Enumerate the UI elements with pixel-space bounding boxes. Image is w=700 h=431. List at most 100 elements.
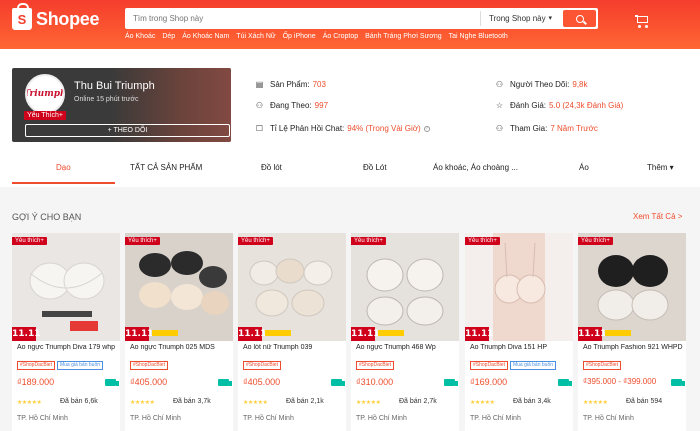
quick-link[interactable]: Túi Xách Nữ xyxy=(236,33,275,40)
product-price: ₫169.000 xyxy=(470,377,508,387)
tab-do-lot-2[interactable]: Đồ Lót xyxy=(363,154,387,184)
product-price: ₫310.000 xyxy=(356,377,394,387)
tab-dao[interactable]: Dạo xyxy=(56,154,71,184)
rating-stars-icon: ★★★★★ xyxy=(17,400,42,406)
tab-all-products[interactable]: TẤT CẢ SẢN PHẨM xyxy=(130,154,202,184)
favorite-tag: Yêu thích+ xyxy=(351,237,386,245)
recommend-title: GỢI Ý CHO BẠN xyxy=(12,212,82,222)
search-bar: Trong Shop này ▾ xyxy=(125,8,598,29)
follow-label: THEO DÕI xyxy=(113,127,148,134)
shop-tag: #ShopDacBiet xyxy=(583,361,621,370)
store-icon: ▤ xyxy=(255,80,264,89)
product-photo xyxy=(578,233,686,341)
product-photo xyxy=(465,233,573,341)
sold-count: Đã bán 2,7k xyxy=(399,398,437,405)
tab-do-lot[interactable]: Đồ lót xyxy=(261,154,282,184)
quick-link[interactable]: Ốp iPhone xyxy=(283,33,316,40)
see-all-link[interactable]: Xem Tất Cả > xyxy=(633,212,682,221)
product-image[interactable]: Yêu thích+ 11.11 xyxy=(465,233,573,341)
logo-text: Shopee xyxy=(36,8,100,29)
product-photo xyxy=(238,233,346,341)
quick-link[interactable]: Áo Croptop xyxy=(323,33,358,40)
product-name: Áo Triumph Diva 151 HP xyxy=(470,344,548,351)
chat-icon: ☐ xyxy=(255,124,264,133)
rating-stars-icon: ★★★★★ xyxy=(583,400,608,406)
quick-link[interactable]: Áo Khoác xyxy=(125,33,155,40)
wholesale-tag: Mua giá bán buôn xyxy=(56,361,104,370)
product-card[interactable]: Yêu thích+ 11.11 Áo Triumph Fashion 921 … xyxy=(578,233,686,431)
tab-ao-khoac[interactable]: Áo khoác, Áo choàng ... xyxy=(433,154,518,184)
shopee-logo[interactable]: S Shopee xyxy=(12,3,100,30)
promo-1111-badge: 11.11 xyxy=(578,327,607,341)
sold-count: Đã bán 3,4k xyxy=(513,398,551,405)
shop-tag: #ShopDacBiet xyxy=(130,361,168,370)
product-image[interactable]: Yêu thích+ 11.11 xyxy=(12,233,120,341)
product-price: ₫395.000 - ₫399.000 xyxy=(583,377,657,386)
cart-icon[interactable] xyxy=(635,14,649,28)
product-card[interactable]: Yêu thích+ 11.11 Áo Triumph Diva 151 HP … xyxy=(465,233,573,431)
product-card[interactable]: Yêu thích+ 11.11 Áo ngực Triumph Diva 17… xyxy=(12,233,120,431)
search-input[interactable] xyxy=(125,8,475,29)
shop-tag: #ShopDacBiet xyxy=(470,361,508,370)
shopee-bag-icon: S xyxy=(12,3,32,30)
product-card[interactable]: Yêu thích+ 11.11 Áo lót nữ Triumph 039 #… xyxy=(238,233,346,431)
product-name: Áo ngực Triumph 468 Wp xyxy=(356,344,436,351)
shop-name: Thu Bui Triumph xyxy=(74,80,155,92)
favorite-tag: Yêu thích+ xyxy=(12,237,47,245)
shop-avatar[interactable]: Triumph xyxy=(25,74,65,114)
shop-tag: #ShopDacBiet xyxy=(17,361,55,370)
stat-rating: ☆ Đánh Giá: 5.0 (24,3k Đánh Giá) xyxy=(495,101,624,110)
sold-count: Đã bán 3,7k xyxy=(173,398,211,405)
free-ship-icon xyxy=(218,379,232,386)
shop-online-status: Online 15 phút trước xyxy=(74,96,139,103)
product-name: Áo Triumph Fashion 921 WHPD xyxy=(583,344,683,351)
help-icon[interactable]: ? xyxy=(423,125,430,132)
product-image[interactable]: Yêu thích+ 11.11 xyxy=(578,233,686,341)
quick-link[interactable]: Tai Nghe Bluetooth xyxy=(449,33,508,40)
favorite-tag: Yêu thích+ xyxy=(578,237,613,245)
active-tab-indicator xyxy=(12,182,115,184)
quick-link[interactable]: Bánh Tráng Phơi Sương xyxy=(365,33,442,40)
free-ship-icon xyxy=(105,379,119,386)
chevron-down-icon: ▾ xyxy=(548,15,552,22)
product-location: TP. Hồ Chí Minh xyxy=(583,415,634,422)
promo-1111-badge: 11.11 xyxy=(12,327,41,341)
promo-1111-badge: 11.11 xyxy=(465,327,494,341)
follow-button[interactable]: + THEO DÕI xyxy=(25,124,230,137)
search-button[interactable] xyxy=(563,10,596,27)
product-name: Áo ngực Triumph 025 MDS xyxy=(130,344,215,351)
quick-links: Áo Khoác Dép Áo Khoác Nam Túi Xách Nữ Ốp… xyxy=(125,33,508,40)
tab-more[interactable]: Thêm ▾ xyxy=(647,154,674,184)
shop-tag: #ShopDacBiet xyxy=(243,361,281,370)
product-location: TP. Hồ Chí Minh xyxy=(130,415,181,422)
product-price: ₫405.000 xyxy=(243,377,281,387)
sold-count: Đã bán 6,6k xyxy=(60,398,98,405)
product-image[interactable]: Yêu thích+ 11.11 xyxy=(351,233,459,341)
rating-stars-icon: ★★★★★ xyxy=(356,400,381,406)
promo-1111-badge: 11.11 xyxy=(238,327,267,341)
quick-link[interactable]: Dép xyxy=(162,33,175,40)
product-location: TP. Hồ Chí Minh xyxy=(17,415,68,422)
tab-ao[interactable]: Áo xyxy=(579,154,589,184)
search-icon xyxy=(575,14,584,23)
product-card[interactable]: Yêu thích+ 11.11 Áo ngực Triumph 468 Wp … xyxy=(351,233,459,431)
free-ship-icon xyxy=(331,379,345,386)
product-image[interactable]: Yêu thích+ 11.11 xyxy=(125,233,233,341)
free-ship-icon xyxy=(444,379,458,386)
product-name: Áo lót nữ Triumph 039 xyxy=(243,344,313,351)
avatar-logo-text: Triumph xyxy=(25,89,65,99)
shop-tag: #ShopDacBiet xyxy=(356,361,394,370)
search-scope-select[interactable]: Trong Shop này ▾ xyxy=(480,11,558,26)
shop-card: Triumph Yêu Thích+ Thu Bui Triumph Onlin… xyxy=(12,68,231,142)
product-price: ₫189.000 xyxy=(17,377,55,387)
free-ship-icon xyxy=(558,379,572,386)
product-image[interactable]: Yêu thích+ 11.11 xyxy=(238,233,346,341)
sold-count: Đã bán 594 xyxy=(626,398,663,405)
stat-products: ▤ Sản Phẩm: 703 xyxy=(255,80,326,89)
product-location: TP. Hồ Chí Minh xyxy=(470,415,521,422)
stat-response-rate: ☐ Tỉ Lệ Phản Hồi Chat: 94% (Trong Vài Gi… xyxy=(255,124,430,133)
product-card[interactable]: Yêu thích+ 11.11 Áo ngực Triumph 025 MDS… xyxy=(125,233,233,431)
product-photo xyxy=(125,233,233,341)
favorite-tag: Yêu thích+ xyxy=(465,237,500,245)
quick-link[interactable]: Áo Khoác Nam xyxy=(182,33,229,40)
